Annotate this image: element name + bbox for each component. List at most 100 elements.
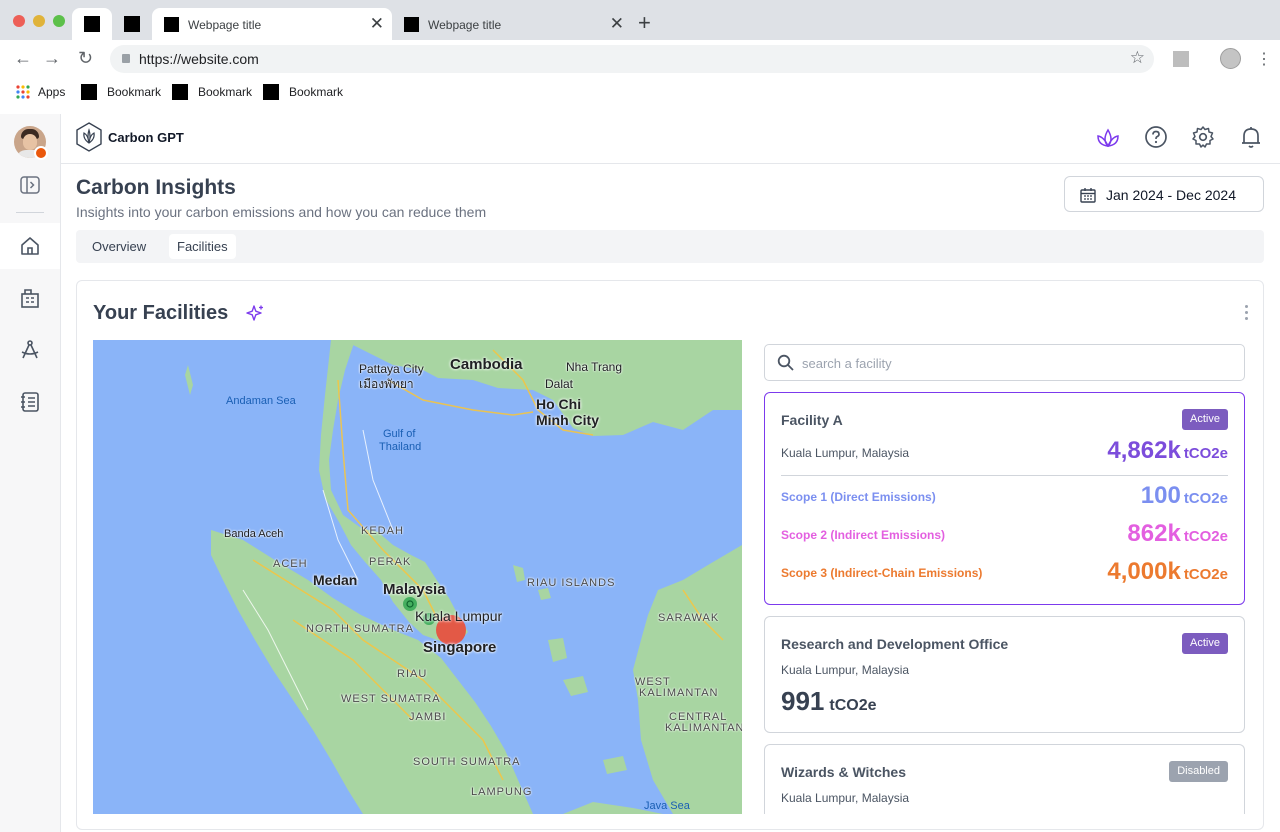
facility-total-emissions: 991 tCO2e xyxy=(781,686,877,717)
total-unit: tCO2e xyxy=(1183,445,1228,462)
sidebar-item-home[interactable] xyxy=(0,223,60,269)
close-window-dot[interactable] xyxy=(13,15,25,27)
card-menu-icon[interactable] xyxy=(1245,305,1249,323)
close-tab-icon[interactable]: ✕ xyxy=(610,14,624,34)
close-tab-icon[interactable]: ✕ xyxy=(370,14,384,34)
scope-1-value: 100 tCO2e xyxy=(1141,482,1228,510)
bookmark-label: Bookmark xyxy=(198,85,253,99)
map-label: Kuala Lumpur xyxy=(415,608,503,624)
pinned-tab[interactable] xyxy=(72,8,112,40)
help-icon[interactable] xyxy=(1144,125,1168,149)
total-unit: tCO2e xyxy=(829,697,877,714)
facility-total-emissions: 4,862k tCO2e xyxy=(1107,437,1228,465)
url-bar[interactable]: https://website.com ☆ xyxy=(110,45,1154,73)
facility-card[interactable]: Research and Development Office Active K… xyxy=(764,616,1245,733)
brand-name: Carbon GPT xyxy=(108,130,184,145)
map-label: KALIMANTAN xyxy=(639,687,719,699)
page-subtitle: Insights into your carbon emissions and … xyxy=(76,204,487,220)
facility-search-input[interactable]: search a facility xyxy=(764,344,1245,381)
map-label: NORTH SUMATRA xyxy=(306,623,414,635)
calendar-icon xyxy=(1080,188,1096,203)
compass-tool-icon xyxy=(21,340,39,359)
map-label: SOUTH SUMATRA xyxy=(413,756,521,768)
status-badge: Disabled xyxy=(1169,761,1228,782)
reload-icon[interactable]: ↻ xyxy=(78,48,93,69)
map-label: RIAU ISLANDS xyxy=(527,577,616,589)
map-label: Java Sea xyxy=(644,800,690,812)
facility-card[interactable]: Wizards & Witches Disabled Kuala Lumpur,… xyxy=(764,744,1245,814)
search-icon xyxy=(777,354,794,371)
search-placeholder: search a facility xyxy=(802,356,892,371)
sparkle-icon[interactable] xyxy=(245,304,265,324)
card-title: Your Facilities xyxy=(93,302,229,324)
tab-overview[interactable]: Overview xyxy=(84,234,154,259)
map-label: ACEH xyxy=(273,558,308,570)
browser-tab-active[interactable]: Webpage title ✕ xyxy=(152,8,392,40)
apps-label: Apps xyxy=(38,85,66,99)
facility-card-selected[interactable]: Facility A Active Kuala Lumpur, Malaysia… xyxy=(764,392,1245,605)
extension-icon[interactable] xyxy=(1173,51,1189,67)
map-label: Ho Chi xyxy=(536,396,582,412)
scope-3-label: Scope 3 (Indirect-Chain Emissions) xyxy=(781,566,983,580)
maximize-window-dot[interactable] xyxy=(53,15,65,27)
browser-menu-icon[interactable]: ⋮ xyxy=(1256,49,1272,69)
view-tabs: Overview Facilities xyxy=(76,230,1264,263)
map-base xyxy=(185,340,742,814)
bookmark-label: Bookmark xyxy=(289,85,344,99)
tab-favicon xyxy=(404,17,419,32)
sidebar-item-tools[interactable] xyxy=(0,327,60,373)
map-label: SARAWAK xyxy=(658,612,720,624)
browser-tab[interactable]: Webpage title ✕ xyxy=(392,8,632,40)
status-badge: Active xyxy=(1182,633,1228,654)
bookmark-star-icon[interactable]: ☆ xyxy=(1130,48,1145,68)
expand-sidebar-button[interactable] xyxy=(0,162,60,208)
map-label: Malaysia xyxy=(383,581,446,598)
lotus-icon[interactable] xyxy=(1095,125,1121,151)
facility-name: Research and Development Office xyxy=(781,636,1009,652)
sidebar-item-reports[interactable] xyxy=(0,379,60,425)
tab-title: Webpage title xyxy=(188,18,262,32)
map-label: Medan xyxy=(313,572,358,588)
map-label: Pattaya City xyxy=(359,362,424,376)
bookmark-favicon xyxy=(172,84,188,100)
bookmark-favicon xyxy=(263,84,279,100)
minimize-window-dot[interactable] xyxy=(33,15,45,27)
bell-icon[interactable] xyxy=(1239,125,1263,149)
facility-location: Kuala Lumpur, Malaysia xyxy=(781,446,910,460)
back-icon[interactable]: ← xyxy=(14,48,32,69)
bookmarks-bar: Apps Bookmark Bookmark Bookmark xyxy=(0,78,1280,106)
bookmark-label: Bookmark xyxy=(107,85,162,99)
date-range-label: Jan 2024 - Dec 2024 xyxy=(1106,187,1236,203)
total-value: 991 xyxy=(781,686,825,716)
tab-favicon xyxy=(124,16,140,32)
sidebar-item-facilities[interactable] xyxy=(0,275,60,321)
scope-1-label: Scope 1 (Direct Emissions) xyxy=(781,490,936,504)
map-label: เมืองพัทยา xyxy=(359,377,414,391)
address-bar-row: ← → ↻ https://website.com ☆ ⋮ xyxy=(0,40,1280,78)
forward-icon[interactable]: → xyxy=(43,48,61,69)
gear-icon[interactable] xyxy=(1191,125,1215,149)
notification-badge xyxy=(34,146,48,160)
profile-icon[interactable] xyxy=(1220,48,1241,69)
date-range-picker[interactable]: Jan 2024 - Dec 2024 xyxy=(1064,176,1264,212)
facilities-card: Your Facilities Andaman Sea Gulf of Thai… xyxy=(76,280,1264,830)
tab-title: Webpage title xyxy=(428,18,502,32)
tab-facilities[interactable]: Facilities xyxy=(169,234,236,259)
scope-unit: tCO2e xyxy=(1183,566,1228,583)
map-label: Banda Aceh xyxy=(224,528,284,540)
map-label: Cambodia xyxy=(450,356,523,373)
carbon-gpt-logo-icon xyxy=(76,122,102,152)
map-label: Minh City xyxy=(536,412,599,428)
map-label: RIAU xyxy=(397,668,428,680)
map-label: Singapore xyxy=(423,639,497,656)
app-sidebar xyxy=(0,114,61,832)
new-tab-icon[interactable]: + xyxy=(638,10,651,36)
facilities-map[interactable]: Andaman Sea Gulf of Thailand Pattaya Cit… xyxy=(93,340,742,814)
tab-favicon xyxy=(164,17,179,32)
url-text: https://website.com xyxy=(139,51,259,67)
notebook-icon xyxy=(21,392,39,412)
scope-value: 100 xyxy=(1140,482,1181,509)
divider xyxy=(781,475,1228,476)
facility-location: Kuala Lumpur, Malaysia xyxy=(781,663,910,677)
pinned-tab[interactable] xyxy=(112,8,152,40)
